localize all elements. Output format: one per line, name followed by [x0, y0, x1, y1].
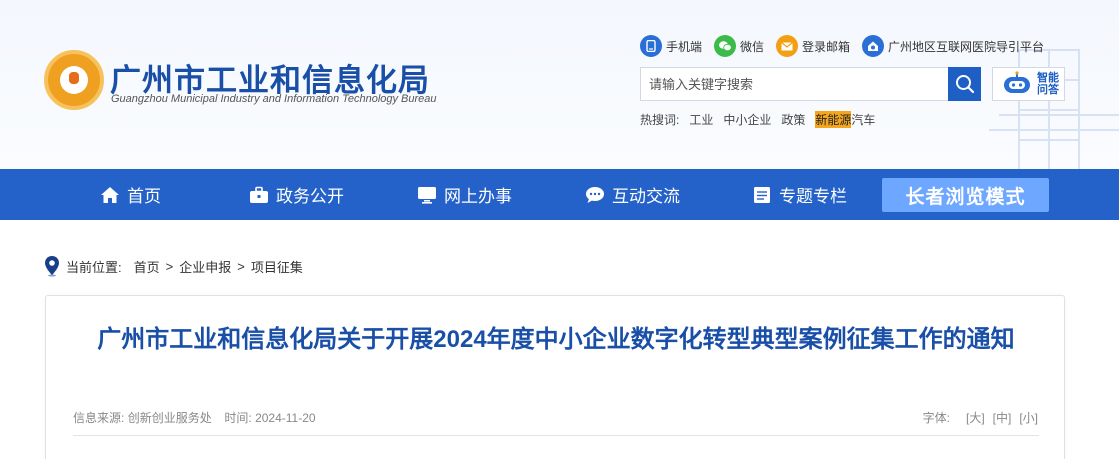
nav-item-label: 网上办事	[444, 187, 512, 206]
mobile-link[interactable]: 手机端	[640, 35, 702, 57]
nav-item-home[interactable]: 首页	[100, 169, 161, 220]
search-button[interactable]	[948, 67, 981, 101]
hospital-icon	[862, 35, 885, 57]
nav-item-label: 互动交流	[612, 187, 680, 206]
mail-icon	[776, 35, 799, 57]
hot-search-item-label: 汽车	[851, 113, 876, 127]
wechat-link[interactable]: 微信	[714, 35, 764, 57]
elder-mode-button[interactable]: 长者浏览模式	[882, 178, 1049, 212]
font-size-small-button[interactable]: [小]	[1019, 409, 1038, 426]
time-label: 时间:	[224, 411, 252, 425]
wechat-icon	[714, 35, 737, 57]
monitor-icon	[418, 186, 436, 204]
hot-search-item[interactable]: 政策	[781, 111, 805, 128]
breadcrumb: 当前位置: 首页 > 企业申报 > 项目征集	[44, 254, 303, 278]
hot-search-item[interactable]: 工业	[689, 111, 713, 128]
location-pin-icon	[45, 256, 59, 277]
site-header: 广州市工业和信息化局 Guangzhou Municipal Industry …	[0, 0, 1119, 169]
mobile-icon	[640, 35, 662, 57]
hospital-link-label: 广州地区互联网医院导引平台	[888, 39, 1045, 54]
site-name-english: Guangzhou Municipal Industry and Informa…	[111, 93, 437, 105]
hot-search-highlight: 新能源	[815, 111, 852, 128]
mobile-link-label: 手机端	[666, 39, 703, 54]
article-title: 广州市工业和信息化局关于开展2024年度中小企业数字化转型典型案例征集工作的通知	[97, 326, 1015, 353]
nav-item-label: 专题专栏	[779, 187, 847, 206]
mail-link-label: 登录邮箱	[802, 39, 851, 54]
main-nav: 首页 政务公开 网上办事 互动交流 专题专栏 长者浏览模式	[0, 169, 1119, 220]
nav-item-government-affairs[interactable]: 政务公开	[249, 169, 344, 220]
briefcase-icon	[250, 186, 268, 203]
robot-icon	[1004, 71, 1030, 93]
time-value: 2024-11-20	[255, 411, 316, 425]
nav-item-interaction[interactable]: 互动交流	[585, 169, 680, 220]
chat-icon	[586, 186, 604, 203]
nav-item-label: 政务公开	[276, 187, 344, 206]
font-size-medium-button[interactable]: [中]	[993, 409, 1012, 426]
folder-icon	[754, 186, 770, 203]
search-box	[640, 67, 981, 101]
breadcrumb-label: 当前位置:	[66, 259, 122, 275]
search-icon	[955, 75, 974, 94]
breadcrumb-project-link[interactable]: 项目征集	[251, 257, 303, 276]
hot-search: 热搜词: 工业 中小企业 政策 新能源 汽车	[640, 111, 875, 128]
hospital-link[interactable]: 广州地区互联网医院导引平台	[862, 35, 1044, 57]
mail-link[interactable]: 登录邮箱	[776, 35, 850, 57]
home-icon	[101, 186, 119, 203]
font-size-large-button[interactable]: [大]	[966, 409, 985, 426]
source-label: 信息来源:	[73, 411, 125, 425]
article-meta: 信息来源: 创新创业服务处 时间: 2024-11-20	[73, 409, 316, 426]
wechat-link-label: 微信	[740, 39, 765, 54]
top-links: 手机端 微信 登录邮箱 广州地区互联网医院导引平台	[640, 34, 1044, 58]
source-value: 创新创业服务处	[127, 411, 212, 425]
font-size-label: 字体:	[922, 411, 950, 425]
site-logo[interactable]	[44, 50, 104, 110]
breadcrumb-separator: >	[237, 258, 245, 274]
breadcrumb-separator: >	[165, 258, 174, 274]
nav-item-label: 首页	[127, 187, 161, 206]
ai-label-line1: 智能	[1037, 72, 1059, 84]
search-input[interactable]	[641, 68, 949, 100]
nav-item-online-services[interactable]: 网上办事	[417, 169, 512, 220]
ai-assistant-button[interactable]: 智能 问答	[992, 67, 1065, 101]
article-card: 广州市工业和信息化局关于开展2024年度中小企业数字化转型典型案例征集工作的通知…	[45, 295, 1065, 459]
nav-item-special-topics[interactable]: 专题专栏	[752, 169, 847, 220]
hot-search-item[interactable]: 新能源 汽车	[815, 111, 875, 128]
font-size-controls: 字体: [大] [中] [小]	[923, 409, 1038, 426]
breadcrumb-enterprise-link[interactable]: 企业申报	[179, 257, 231, 276]
breadcrumb-home-link[interactable]: 首页	[134, 257, 160, 276]
divider	[73, 435, 1039, 436]
hot-search-label: 热搜词:	[640, 113, 680, 127]
ai-label-line2: 问答	[1037, 84, 1059, 96]
hot-search-item[interactable]: 中小企业	[723, 111, 771, 128]
